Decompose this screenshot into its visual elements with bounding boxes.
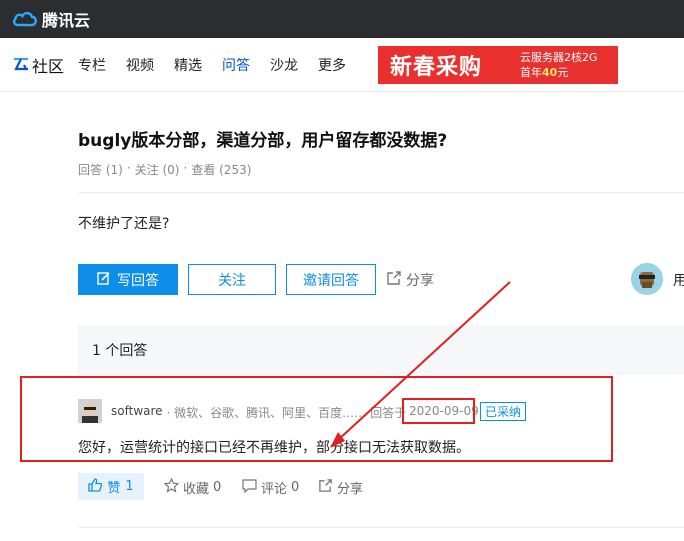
like-count: 1 [125,479,134,494]
question-meta: 回答 (1) · 关注 (0) · 查看 (253) [78,161,251,178]
promo-banner-line1: 云服务器2核2G [520,51,598,64]
promo-price-prefix: 首年 [520,66,542,79]
nav-bar: 社区 专栏 视频 精选 问答 沙龙 更多 新春采购 云服务器2核2G 首年40元 [0,38,684,92]
share-icon [386,270,402,290]
edit-icon [97,271,111,289]
share-question-link[interactable]: 分享 [386,270,434,290]
promo-banner-title: 新春采购 [390,55,483,80]
favorite-button[interactable]: 收藏 0 [163,477,222,497]
nav-item-salon[interactable]: 沙龙 [270,55,298,75]
nav-item-columns[interactable]: 专栏 [78,55,106,75]
share-label: 分享 [406,273,434,289]
question-body: 不维护了还是? [78,216,170,232]
meta-separator: · [183,161,188,175]
divider [78,527,684,528]
top-bar: 腾讯云 [0,0,684,38]
like-label: 赞 [107,481,121,496]
cloud-logo-icon[interactable] [12,10,38,28]
write-answer-label: 写回答 [117,272,159,289]
logo-text[interactable]: 腾讯云 [42,7,90,31]
thumbs-up-icon [88,477,103,496]
meta-separator: · [126,161,131,175]
promo-banner-line2: 首年40元 [520,65,598,80]
nav-item-qa[interactable]: 问答 [222,55,250,75]
share-answer-label: 分享 [337,482,364,497]
invite-answer-button[interactable]: 邀请回答 [286,264,376,295]
nav-item-featured[interactable]: 精选 [174,55,202,75]
comment-label: 评论 [261,482,288,497]
comment-icon [242,478,257,497]
like-button[interactable]: 赞 1 [78,473,144,500]
promo-price: 40 [542,66,558,79]
nav-item-video[interactable]: 视频 [126,55,154,75]
promo-price-suffix: 元 [557,66,569,79]
meta-follow: 关注 (0) [134,163,180,177]
write-answer-button[interactable]: 写回答 [78,264,178,295]
follow-button[interactable]: 关注 [188,264,276,295]
annotation-date-box [402,398,475,424]
share-answer-button[interactable]: 分享 [318,478,363,497]
meta-answers[interactable]: 回答 (1) [78,161,123,178]
community-label: 社区 [32,56,65,76]
question-title: bugly版本分部，渠道分部，用户留存都没数据? [78,131,448,151]
annotation-highlight-box [20,376,613,462]
divider [78,192,684,193]
favorite-count: 0 [213,480,222,495]
comment-button[interactable]: 评论 0 [242,478,299,497]
community-logo-icon [12,54,30,76]
star-icon [163,477,180,497]
promo-banner[interactable]: 新春采购 云服务器2核2G 首年40元 [378,46,618,84]
share-icon [318,478,333,497]
favorite-label: 收藏 [183,482,210,497]
user-avatar[interactable] [631,263,663,295]
answers-count-header: 1 个回答 [78,325,684,375]
meta-views: 查看 (253) [191,163,252,177]
nav-item-more[interactable]: 更多 [318,55,346,75]
user-name-truncated[interactable]: 用 [673,270,684,290]
comment-count: 0 [291,480,300,495]
community-brand[interactable]: 社区 [12,53,64,77]
promo-banner-details: 云服务器2核2G 首年40元 [516,50,598,80]
